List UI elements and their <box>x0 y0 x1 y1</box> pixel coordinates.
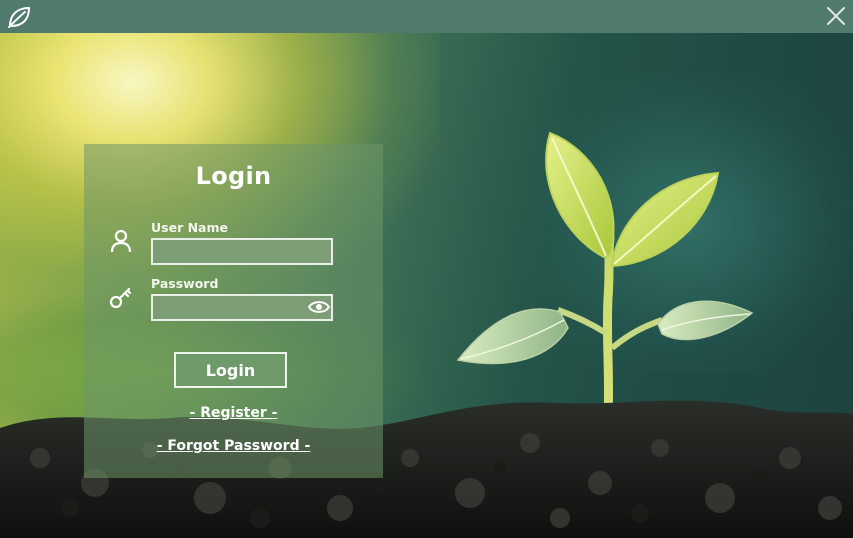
key-icon <box>109 287 132 309</box>
password-input[interactable] <box>151 294 333 321</box>
login-panel: Login User Name Password Login - Registe… <box>84 144 383 478</box>
username-input[interactable] <box>151 238 333 265</box>
register-link[interactable]: - Register - <box>84 405 383 421</box>
eye-icon[interactable] <box>308 299 330 315</box>
password-label: Password <box>151 276 219 291</box>
close-icon[interactable] <box>825 5 847 27</box>
leaf-icon <box>8 7 30 28</box>
title-bar <box>0 0 853 33</box>
forgot-password-link[interactable]: - Forgot Password - <box>84 438 383 454</box>
login-window: Login User Name Password Login - Registe… <box>0 0 853 538</box>
login-button[interactable]: Login <box>174 352 287 388</box>
user-icon <box>110 229 132 253</box>
username-label: User Name <box>151 220 228 235</box>
login-title: Login <box>195 162 272 190</box>
seedling-illustration <box>456 131 754 423</box>
